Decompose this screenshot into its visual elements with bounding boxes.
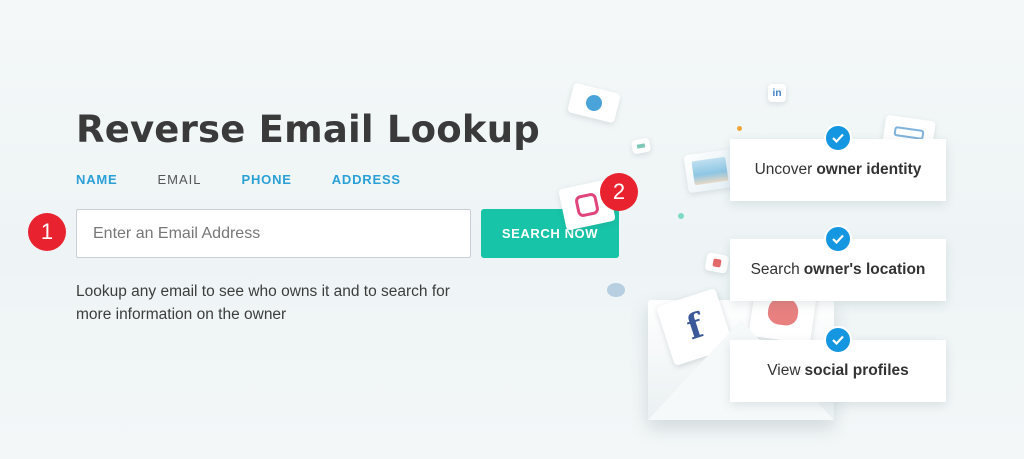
feature-prefix: Search: [750, 261, 800, 278]
feature-bold: owner's location: [803, 261, 926, 278]
instagram-icon: [573, 191, 601, 219]
person-icon: [584, 93, 604, 113]
chat-icon: [636, 143, 646, 149]
chat-tile: [630, 137, 652, 155]
email-search-input[interactable]: [76, 209, 471, 258]
teal-dot: [678, 213, 684, 219]
tab-phone[interactable]: PHONE: [242, 172, 292, 187]
blog-icon: [893, 125, 925, 141]
step-badge-2: 2: [600, 173, 638, 211]
feature-bold: owner identity: [816, 161, 922, 178]
check-icon: [824, 225, 852, 253]
page-title: Reverse Email Lookup: [76, 108, 540, 151]
tab-email[interactable]: EMAIL: [157, 172, 201, 187]
contact-card-tile: [567, 82, 621, 124]
check-icon: [824, 124, 852, 152]
photo-tile: [683, 148, 737, 194]
search-type-tabs: NAME EMAIL PHONE ADDRESS: [76, 172, 441, 187]
feature-bold: social profiles: [804, 362, 909, 379]
feature-prefix: Uncover: [754, 161, 813, 178]
tab-name[interactable]: NAME: [76, 172, 117, 187]
linkedin-tile: in: [768, 84, 786, 102]
lookup-description: Lookup any email to see who owns it and …: [76, 283, 450, 323]
step-badge-1: 1: [28, 213, 66, 251]
photo-icon: [691, 156, 729, 186]
play-icon: [712, 258, 722, 268]
feature-prefix: View: [767, 362, 801, 379]
orange-dot: [737, 126, 742, 131]
check-icon: [824, 326, 852, 354]
bird-icon: [607, 283, 625, 297]
tab-address[interactable]: ADDRESS: [332, 172, 401, 187]
youtube-tile: [704, 252, 730, 274]
